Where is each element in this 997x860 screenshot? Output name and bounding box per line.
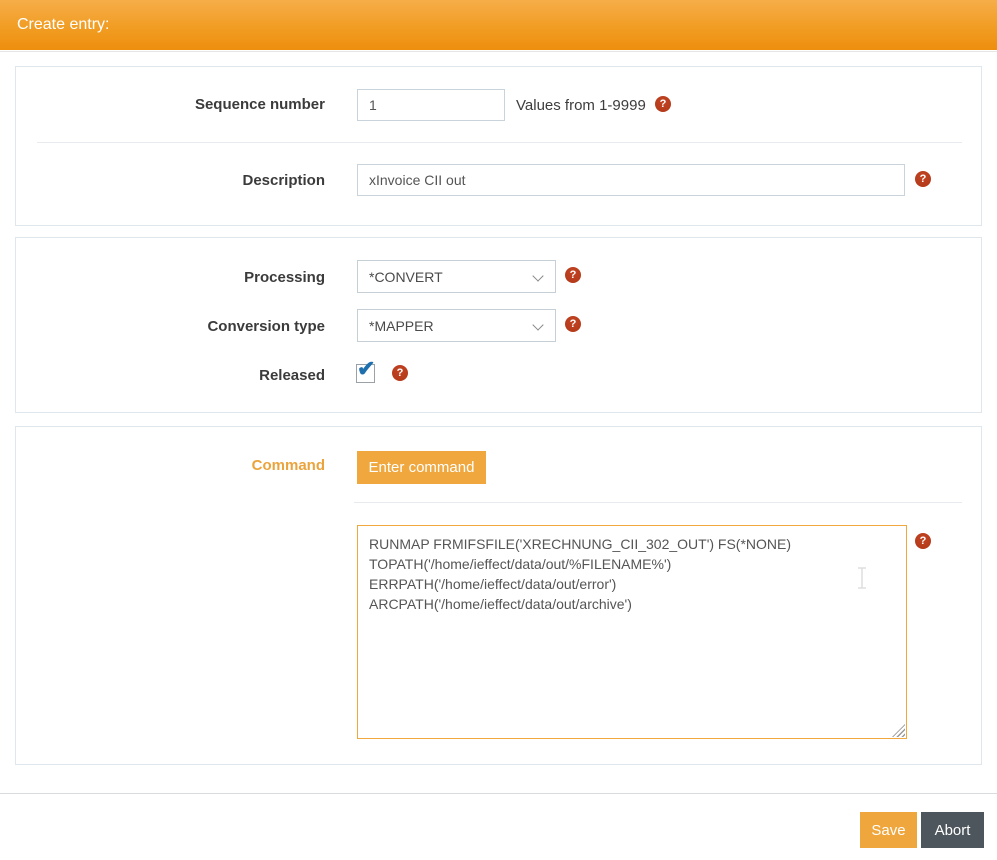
description-input[interactable] — [357, 164, 905, 196]
released-checkbox[interactable]: ✔ — [356, 364, 375, 383]
abort-button[interactable]: Abort — [921, 812, 984, 848]
command-textarea[interactable]: RUNMAP FRMIFSFILE('XRECHNUNG_CII_302_OUT… — [357, 525, 907, 739]
footer-divider — [0, 793, 997, 794]
check-icon: ✔ — [357, 358, 375, 380]
command-label: Command — [16, 457, 325, 474]
panel-processing: Processing *CONVERT ? Conversion type *M… — [15, 237, 982, 413]
command-divider — [354, 502, 962, 503]
help-icon[interactable]: ? — [915, 171, 931, 187]
save-button[interactable]: Save — [860, 812, 917, 848]
sequence-number-input[interactable] — [357, 89, 505, 121]
panel-general: Sequence number Values from 1-9999 ? Des… — [15, 66, 982, 226]
help-icon[interactable]: ? — [565, 267, 581, 283]
command-textarea-wrap: RUNMAP FRMIFSFILE('XRECHNUNG_CII_302_OUT… — [357, 525, 907, 739]
help-icon[interactable]: ? — [565, 316, 581, 332]
conversion-type-select[interactable]: *MAPPER — [357, 309, 556, 342]
released-label: Released — [16, 367, 325, 384]
sequence-number-label: Sequence number — [16, 96, 325, 113]
processing-select-wrap: *CONVERT — [357, 260, 556, 293]
header-divider — [0, 51, 997, 52]
help-icon[interactable]: ? — [392, 365, 408, 381]
enter-command-button[interactable]: Enter command — [357, 451, 486, 484]
sequence-number-hint: Values from 1-9999 — [516, 97, 646, 114]
page-title: Create entry: — [17, 0, 109, 50]
help-icon[interactable]: ? — [915, 533, 931, 549]
description-label: Description — [16, 172, 325, 189]
conversion-type-select-wrap: *MAPPER — [357, 309, 556, 342]
row-divider — [37, 142, 962, 143]
conversion-type-label: Conversion type — [16, 318, 325, 335]
processing-label: Processing — [16, 269, 325, 286]
help-icon[interactable]: ? — [655, 96, 671, 112]
panel-command: Command Enter command RUNMAP FRMIFSFILE(… — [15, 426, 982, 765]
processing-select[interactable]: *CONVERT — [357, 260, 556, 293]
page-header: Create entry: — [0, 0, 997, 50]
